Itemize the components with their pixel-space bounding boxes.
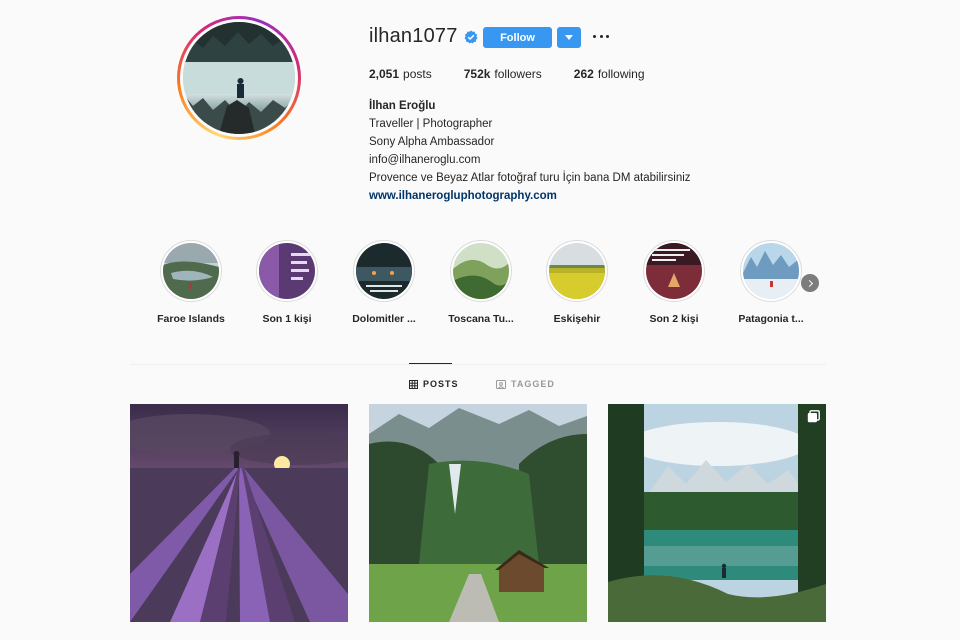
- highlight-label: Toscana Tu...: [448, 313, 514, 325]
- profile-full-name: İlhan Eroğlu: [369, 100, 436, 112]
- stat-followers[interactable]: 752k followers: [464, 67, 542, 81]
- chevron-right-icon: [805, 279, 813, 287]
- highlight-item[interactable]: Faroe Islands: [147, 240, 235, 325]
- profile-bio: İlhan Eroğlu Traveller | Photographer So…: [369, 97, 691, 205]
- post-thumbnail[interactable]: [608, 404, 826, 622]
- active-tab-indicator: [409, 363, 452, 364]
- highlight-label: Son 1 kişi: [262, 313, 312, 325]
- verified-badge-icon: [464, 30, 478, 43]
- tab-label: POSTS: [423, 379, 459, 389]
- highlight-item[interactable]: Dolomitler ...: [340, 240, 428, 325]
- highlight-label: Patagonia t...: [738, 313, 804, 325]
- highlight-cover: [743, 243, 799, 299]
- highlight-item[interactable]: Son 1 kişi: [243, 240, 331, 325]
- highlight-label: Eskişehir: [553, 313, 601, 325]
- grid-icon: [409, 379, 418, 389]
- chevron-down-icon: [565, 35, 573, 40]
- highlight-cover: [549, 243, 605, 299]
- suggested-dropdown-button[interactable]: [557, 27, 581, 48]
- multiple-photos-icon: [807, 410, 820, 423]
- highlight-item[interactable]: Toscana Tu...: [437, 240, 525, 325]
- highlight-item[interactable]: Son 2 kişi: [630, 240, 718, 325]
- post-thumbnail[interactable]: [130, 404, 348, 622]
- bio-line: info@ilhaneroglu.com: [369, 154, 481, 166]
- stat-following[interactable]: 262 following: [574, 67, 645, 81]
- ellipsis-icon: [593, 34, 596, 38]
- bio-website-link[interactable]: www.ilhanerogluphotography.com: [369, 187, 691, 205]
- highlight-cover: [163, 243, 219, 299]
- more-options-button[interactable]: [593, 30, 609, 42]
- username-row: ilhan1077: [369, 25, 478, 48]
- bio-line: Provence ve Beyaz Atlar fotoğraf turu İç…: [369, 172, 691, 184]
- tabs-divider: [130, 364, 826, 365]
- highlight-cover: [356, 243, 412, 299]
- tab-tagged[interactable]: TAGGED: [496, 379, 555, 389]
- profile-stats: 2,051 posts 752k followers 262 following: [369, 67, 677, 81]
- highlight-item[interactable]: Eskişehir: [533, 240, 621, 325]
- highlights-next-button[interactable]: [801, 274, 819, 292]
- follow-button[interactable]: Follow: [483, 27, 552, 48]
- bio-line: Sony Alpha Ambassador: [369, 136, 495, 148]
- avatar[interactable]: [183, 22, 295, 134]
- highlight-cover: [646, 243, 702, 299]
- highlight-label: Son 2 kişi: [649, 313, 699, 325]
- post-thumbnail[interactable]: [369, 404, 587, 622]
- highlight-cover: [259, 243, 315, 299]
- tab-posts[interactable]: POSTS: [409, 379, 459, 389]
- tab-label: TAGGED: [511, 379, 555, 389]
- bio-line: Traveller | Photographer: [369, 118, 493, 130]
- highlight-label: Dolomitler ...: [352, 313, 416, 325]
- tag-icon: [496, 379, 506, 389]
- profile-avatar-ring[interactable]: [177, 16, 301, 140]
- highlight-label: Faroe Islands: [157, 313, 225, 325]
- highlight-cover: [453, 243, 509, 299]
- stat-posts: 2,051 posts: [369, 67, 432, 81]
- username: ilhan1077: [369, 25, 458, 47]
